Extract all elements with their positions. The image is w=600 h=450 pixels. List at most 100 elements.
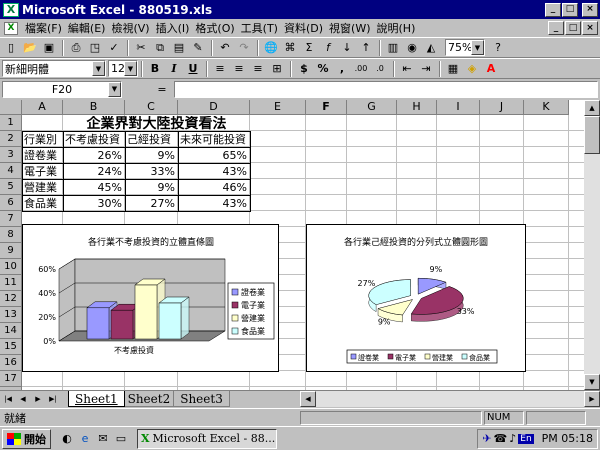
print-preview-icon[interactable]: ◳	[86, 39, 104, 57]
row-header-6[interactable]: 6	[0, 195, 22, 211]
increase-indent-icon[interactable]: ⇥	[417, 60, 435, 78]
menu-edit[interactable]: 編輯(E)	[65, 20, 109, 36]
workbook-icon[interactable]: X	[4, 21, 18, 35]
copy-icon[interactable]: ⧉	[151, 39, 169, 57]
scroll-left-icon[interactable]: ◀	[300, 391, 316, 407]
decrease-decimal-icon[interactable]: .0	[371, 60, 389, 78]
align-left-icon[interactable]: ≡	[211, 60, 229, 78]
row-header-15[interactable]: 15	[0, 339, 22, 355]
chevron-down-icon[interactable]: ▼	[108, 82, 121, 97]
save-icon[interactable]: ▣	[40, 39, 58, 57]
ie-icon[interactable]: e	[77, 431, 93, 447]
network-icon[interactable]: ☎	[494, 432, 508, 445]
menu-data[interactable]: 資料(D)	[281, 20, 326, 36]
row-header-5[interactable]: 5	[0, 179, 22, 195]
menu-window[interactable]: 視窗(W)	[326, 20, 373, 36]
autosum-icon[interactable]: Σ	[300, 39, 318, 57]
column-header-f[interactable]: F	[306, 100, 347, 115]
row-header-13[interactable]: 13	[0, 307, 22, 323]
open-icon[interactable]: 📂	[21, 39, 39, 57]
row-header-10[interactable]: 10	[0, 259, 22, 275]
map-icon[interactable]: ◉	[403, 39, 421, 57]
menu-file[interactable]: 檔案(F)	[22, 20, 65, 36]
decrease-indent-icon[interactable]: ⇤	[398, 60, 416, 78]
chevron-down-icon[interactable]: ▼	[92, 61, 105, 76]
chevron-down-icon[interactable]: ▼	[471, 40, 484, 55]
row-header-16[interactable]: 16	[0, 355, 22, 371]
row-header-2[interactable]: 2	[0, 131, 22, 147]
tab-sheet2[interactable]: Sheet2	[120, 391, 178, 407]
merge-center-icon[interactable]: ⊞	[268, 60, 286, 78]
name-box[interactable]: F20 ▼	[2, 81, 122, 98]
column-header-j[interactable]: J	[480, 100, 524, 115]
outlook-icon[interactable]: ✉	[95, 431, 111, 447]
row-header-8[interactable]: 8	[0, 227, 22, 243]
first-sheet-icon[interactable]: |◀	[1, 392, 15, 406]
column-header-h[interactable]: H	[397, 100, 437, 115]
prev-sheet-icon[interactable]: ◀	[16, 392, 30, 406]
cut-icon[interactable]: ✂	[132, 39, 150, 57]
start-button[interactable]: 開始	[2, 428, 51, 449]
format-painter-icon[interactable]: ✎	[189, 39, 207, 57]
chevron-down-icon[interactable]: ▼	[124, 61, 137, 76]
office-assistant-icon[interactable]: ?	[489, 39, 507, 57]
row-header-17[interactable]: 17	[0, 371, 22, 387]
column-header-g[interactable]: G	[347, 100, 397, 115]
font-select[interactable]: 新細明體 ▼	[2, 60, 106, 77]
italic-button[interactable]: I	[165, 60, 183, 78]
menu-format[interactable]: 格式(O)	[192, 20, 237, 36]
row-header-11[interactable]: 11	[0, 275, 22, 291]
align-center-icon[interactable]: ≡	[230, 60, 248, 78]
scroll-thumb[interactable]	[584, 116, 600, 154]
tab-sheet3[interactable]: Sheet3	[173, 391, 230, 407]
horizontal-scrollbar[interactable]: ◀ ▶	[300, 391, 600, 407]
column-header-a[interactable]: A	[22, 100, 63, 115]
scroll-up-icon[interactable]: ▲	[584, 100, 600, 116]
percent-button[interactable]: %	[314, 60, 332, 78]
row-header-14[interactable]: 14	[0, 323, 22, 339]
formula-input[interactable]	[174, 81, 598, 98]
worksheet-grid[interactable]: 企業界對大陸投資看法 行業別 不考慮投資 己經投資 未來可能投資 證卷業 26%…	[0, 100, 584, 390]
fill-color-icon[interactable]: ◈	[463, 60, 481, 78]
menu-insert[interactable]: 插入(I)	[153, 20, 193, 36]
comma-button[interactable]: ,	[333, 60, 351, 78]
row-header-12[interactable]: 12	[0, 291, 22, 307]
redo-icon[interactable]: ↷	[235, 39, 253, 57]
column-header-d[interactable]: D	[178, 100, 250, 115]
bar-chart[interactable]: 各行業不考慮投資的立體直條圖 0% 20% 40% 60% 不考慮投資 證卷業 電子業 營建業…	[22, 224, 279, 372]
volume-icon[interactable]: ♪	[509, 432, 516, 445]
explorer-icon[interactable]: ◐	[59, 431, 75, 447]
spelling-icon[interactable]: ✓	[105, 39, 123, 57]
underline-button[interactable]: U	[184, 60, 202, 78]
column-header-b[interactable]: B	[63, 100, 125, 115]
currency-button[interactable]: $	[295, 60, 313, 78]
bold-button[interactable]: B	[146, 60, 164, 78]
chart-wizard-icon[interactable]: ▥	[384, 39, 402, 57]
menu-tools[interactable]: 工具(T)	[238, 20, 281, 36]
hyperlink-icon[interactable]: 🌐	[262, 39, 280, 57]
doc-minimize-button[interactable]: _	[548, 21, 564, 35]
column-header-c[interactable]: C	[125, 100, 178, 115]
row-header-3[interactable]: 3	[0, 147, 22, 163]
column-header-i[interactable]: I	[437, 100, 480, 115]
row-header-1[interactable]: 1	[0, 115, 22, 131]
excel-task-button[interactable]: X Microsoft Excel - 88...	[137, 428, 277, 449]
minimize-button[interactable]: _	[545, 2, 561, 17]
last-sheet-icon[interactable]: ▶|	[46, 392, 60, 406]
pie-chart[interactable]: 各行業己經投資的分列式立體圓形圖 9% 33% 9% 27% 證卷業 電子業 營建業 食品業	[306, 224, 526, 372]
column-header-k[interactable]: K	[524, 100, 569, 115]
font-color-icon[interactable]: A	[482, 60, 500, 78]
borders-icon[interactable]: ▦	[444, 60, 462, 78]
close-button[interactable]: ×	[582, 2, 598, 17]
web-toolbar-icon[interactable]: ⌘	[281, 39, 299, 57]
row-header-4[interactable]: 4	[0, 163, 22, 179]
print-icon[interactable]: ⎙	[67, 39, 85, 57]
paste-icon[interactable]: ▤	[170, 39, 188, 57]
row-header-7[interactable]: 7	[0, 211, 22, 227]
doc-close-button[interactable]: ×	[582, 21, 598, 35]
zoom-select[interactable]: 75% ▼	[445, 39, 485, 56]
tab-sheet1[interactable]: Sheet1	[68, 391, 125, 407]
menu-view[interactable]: 檢視(V)	[108, 20, 152, 36]
select-all-corner[interactable]	[0, 100, 22, 115]
align-right-icon[interactable]: ≡	[249, 60, 267, 78]
